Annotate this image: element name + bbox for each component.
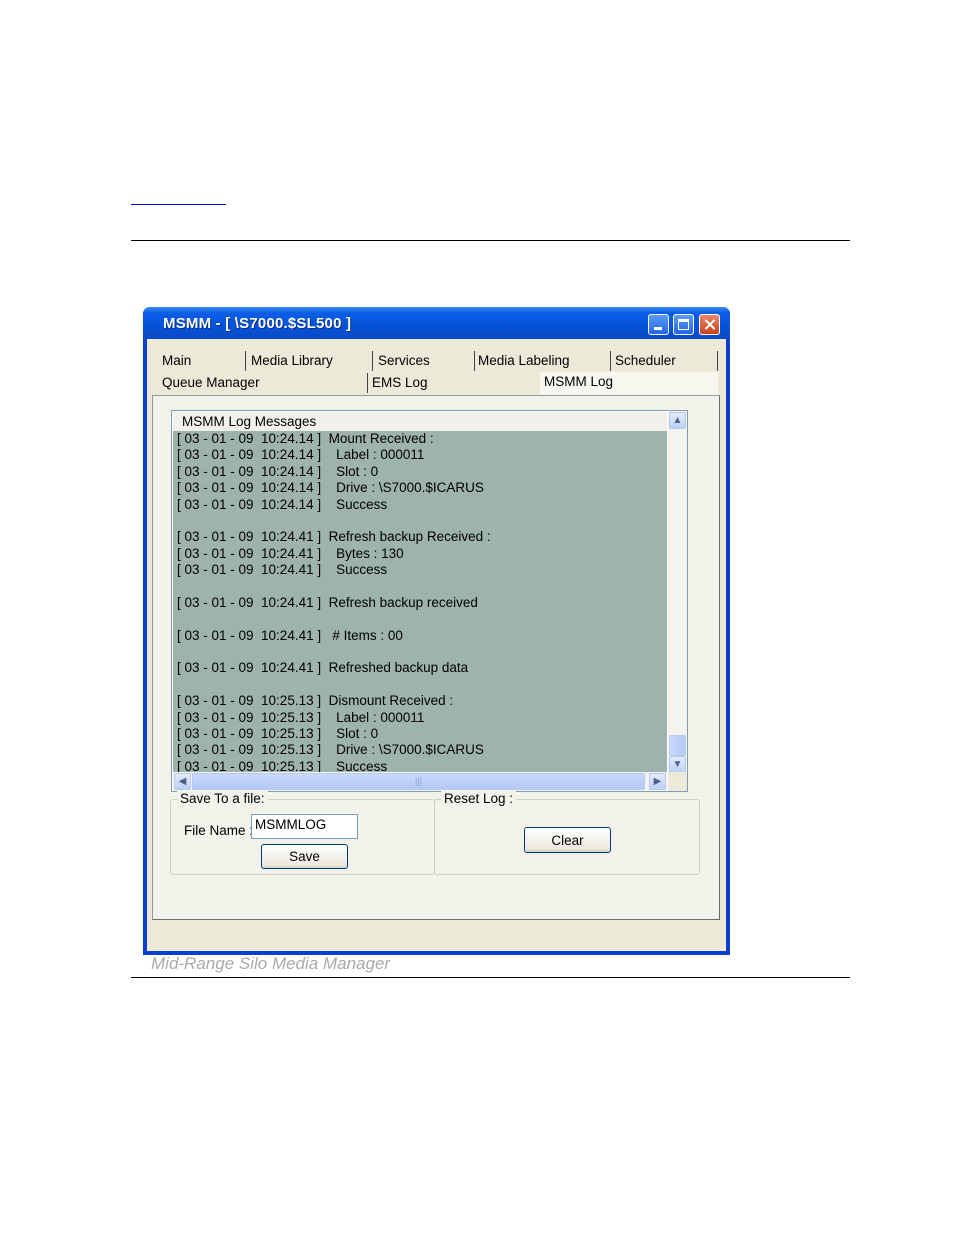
log-line: [ 03 - 01 - 09 10:25.13 ] Slot : 0 xyxy=(177,726,379,742)
title-bar[interactable]: MSMM - [ \S7000.$SL500 ] xyxy=(143,307,730,339)
close-button[interactable] xyxy=(699,314,720,335)
log-message-area[interactable]: [ 03 - 01 - 09 10:24.14 ] Mount Received… xyxy=(173,431,667,777)
tab-media-library[interactable]: Media Library xyxy=(247,351,373,371)
scrollbar-corner xyxy=(668,772,687,791)
app-footer-title: Mid-Range Silo Media Manager xyxy=(151,954,391,973)
log-header: MSMM Log Messages xyxy=(173,412,667,431)
log-messages-list[interactable]: MSMM Log Messages [ 03 - 01 - 09 10:24.1… xyxy=(171,410,688,792)
log-line: [ 03 - 01 - 09 10:24.41 ] Bytes : 130 xyxy=(177,545,404,561)
maximize-button[interactable] xyxy=(673,314,694,335)
horizontal-scrollbar[interactable]: ◀ ||| ▶ xyxy=(173,772,667,791)
window-client-area: Main Media Library Services Media Labeli… xyxy=(147,339,726,973)
scroll-down-icon[interactable]: ▼ xyxy=(669,756,686,773)
log-line: [ 03 - 01 - 09 10:24.41 ] Success xyxy=(177,562,388,578)
horizontal-scroll-thumb[interactable]: ||| xyxy=(192,773,645,790)
bottom-divider xyxy=(131,977,850,978)
log-line: [ 03 - 01 - 09 10:24.14 ] Drive : \S7000… xyxy=(177,480,484,496)
top-divider xyxy=(131,240,850,241)
save-to-file-group: Save To a file: File Name : MSMMLOG Save xyxy=(170,791,435,875)
scroll-up-icon[interactable]: ▲ xyxy=(669,412,686,429)
document-link[interactable] xyxy=(131,196,226,205)
log-line: [ 03 - 01 - 09 10:24.14 ] Success xyxy=(177,496,388,512)
file-name-input[interactable]: MSMMLOG xyxy=(251,814,358,839)
log-line: [ 03 - 01 - 09 10:24.41 ] Refreshed back… xyxy=(177,660,469,676)
minimize-button[interactable] xyxy=(648,314,669,335)
vertical-scrollbar[interactable]: ▲ ▼ xyxy=(668,411,687,774)
log-line: [ 03 - 01 - 09 10:25.13 ] Dismount Recei… xyxy=(177,693,454,709)
tab-main[interactable]: Main xyxy=(158,351,246,371)
tab-scheduler[interactable]: Scheduler xyxy=(611,351,718,371)
reset-group-legend: Reset Log : xyxy=(441,791,517,806)
log-line: [ 03 - 01 - 09 10:24.14 ] Mount Received… xyxy=(177,431,434,446)
log-line: [ 03 - 01 - 09 10:24.14 ] Slot : 0 xyxy=(177,463,379,479)
log-line: [ 03 - 01 - 09 10:25.13 ] Label : 000011 xyxy=(177,709,425,725)
tab-queue-manager[interactable]: Queue Manager xyxy=(158,373,368,393)
window-title: MSMM - [ \S7000.$SL500 ] xyxy=(163,315,352,332)
scroll-left-icon[interactable]: ◀ xyxy=(174,773,191,790)
log-line: [ 03 - 01 - 09 10:24.41 ] # Items : 00 xyxy=(177,627,403,643)
log-line: [ 03 - 01 - 09 10:25.13 ] Drive : \S7000… xyxy=(177,742,484,758)
save-button[interactable]: Save xyxy=(261,844,348,869)
log-line: [ 03 - 01 - 09 10:24.41 ] Refresh backup… xyxy=(177,594,478,610)
msmm-window: MSMM - [ \S7000.$SL500 ] Main Media Libr… xyxy=(143,307,730,973)
clear-button[interactable]: Clear xyxy=(524,827,611,853)
log-header-label: MSMM Log Messages xyxy=(182,414,317,429)
reset-log-group: Reset Log : Clear xyxy=(434,791,700,875)
file-name-label: File Name : xyxy=(184,823,254,838)
vertical-scroll-thumb[interactable] xyxy=(669,735,686,756)
log-line: [ 03 - 01 - 09 10:24.41 ] Refresh backup… xyxy=(177,529,491,545)
tab-services[interactable]: Services xyxy=(374,351,475,371)
tab-media-labeling[interactable]: Media Labeling xyxy=(474,351,611,371)
tab-ems-log[interactable]: EMS Log xyxy=(367,373,540,393)
tab-msmm-log[interactable]: MSMM Log xyxy=(540,372,718,395)
save-group-legend: Save To a file: xyxy=(177,791,268,806)
scroll-right-icon[interactable]: ▶ xyxy=(649,773,666,790)
msmm-log-panel: MSMM Log Messages [ 03 - 01 - 09 10:24.1… xyxy=(152,395,720,920)
log-line: [ 03 - 01 - 09 10:24.14 ] Label : 000011 xyxy=(177,447,425,463)
